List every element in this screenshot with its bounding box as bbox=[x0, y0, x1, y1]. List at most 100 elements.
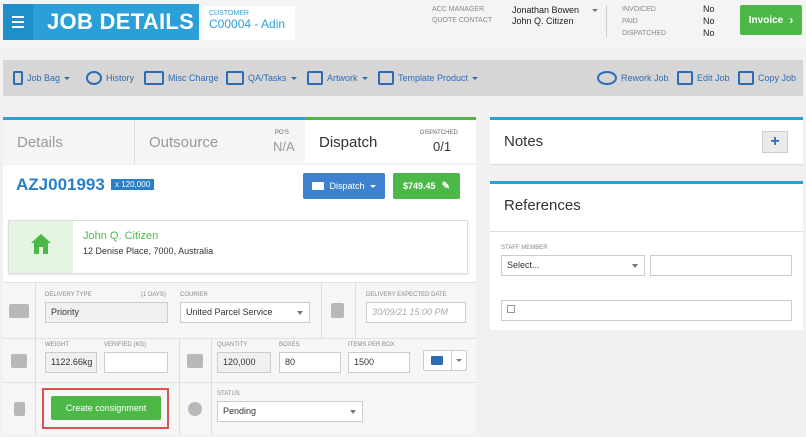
address-name: John Q. Citizen bbox=[83, 230, 159, 242]
references-panel: References STAFF MEMBER Select... bbox=[490, 181, 803, 330]
chevron-down-icon bbox=[472, 76, 479, 80]
qa-tasks-button[interactable]: QA/Tasks bbox=[226, 60, 297, 96]
boxes-label: BOXES bbox=[279, 342, 300, 348]
courier-label: COURIER bbox=[180, 292, 208, 298]
chevron-down-icon bbox=[632, 264, 638, 268]
chevron-right-icon: › bbox=[789, 13, 794, 27]
job-bag-button[interactable]: Job Bag bbox=[13, 60, 71, 96]
print-button[interactable] bbox=[423, 350, 467, 371]
chevron-down-icon[interactable] bbox=[592, 9, 598, 12]
customer-box[interactable]: CUSTOMER C00004 - Adin bbox=[203, 6, 295, 40]
misc-charge-label: Misc Charge bbox=[168, 73, 219, 83]
reference-date-field[interactable] bbox=[501, 300, 792, 321]
house-icon-box bbox=[9, 221, 73, 273]
staff-member-select[interactable]: Select... bbox=[501, 255, 645, 276]
acc-manager-value[interactable]: Jonathan Bowen bbox=[512, 5, 579, 15]
truck-icon bbox=[312, 182, 325, 190]
dispatch-button-label: Dispatch bbox=[329, 181, 365, 191]
items-per-box-label: ITEMS PER BOX bbox=[348, 342, 395, 348]
quantity-field[interactable]: 120,000 bbox=[217, 352, 271, 373]
price-button[interactable]: $749.45 ✎ bbox=[393, 173, 460, 199]
history-button[interactable]: History bbox=[86, 60, 134, 96]
highlight-box bbox=[42, 388, 169, 429]
edit-icon bbox=[677, 71, 693, 85]
artwork-label: Artwork bbox=[327, 73, 358, 83]
delivery-type-field[interactable]: Priority bbox=[45, 302, 168, 323]
job-id: AZJ001993 bbox=[16, 175, 105, 194]
acc-manager-label: ACC MANAGER bbox=[432, 6, 485, 13]
edit-job-button[interactable]: Edit Job bbox=[677, 60, 730, 96]
chevron-down-icon bbox=[64, 76, 71, 80]
courier-value: United Parcel Service bbox=[186, 307, 273, 317]
dispatched-value: No bbox=[703, 28, 715, 38]
money-icon bbox=[144, 71, 164, 85]
dispatched-count-label: DISPATCHED bbox=[420, 130, 458, 136]
tab-bar: Details Outsource PO'S N/A Dispatch DISP… bbox=[3, 117, 476, 165]
quote-contact-value[interactable]: John Q. Citizen bbox=[512, 16, 574, 26]
chevron-down-icon[interactable] bbox=[456, 359, 462, 362]
tab-outsource[interactable]: Outsource bbox=[149, 120, 218, 165]
quote-contact-label: QUOTE CONTACT bbox=[432, 17, 493, 24]
image-icon bbox=[307, 71, 323, 85]
qa-tasks-label: QA/Tasks bbox=[248, 73, 287, 83]
delivery-type-label: DELIVERY TYPE bbox=[45, 292, 92, 298]
boxes-icon bbox=[179, 339, 211, 382]
divider bbox=[134, 120, 135, 165]
tab-details[interactable]: Details bbox=[17, 120, 63, 165]
template-product-label: Template Product bbox=[398, 73, 469, 83]
dispatch-button[interactable]: Dispatch bbox=[303, 173, 385, 199]
verified-field[interactable] bbox=[104, 352, 168, 373]
customer-label: CUSTOMER bbox=[209, 10, 249, 17]
list-icon bbox=[226, 71, 244, 85]
add-note-button[interactable]: + bbox=[762, 131, 788, 153]
menu-icon[interactable] bbox=[3, 4, 33, 40]
reference-textarea[interactable] bbox=[650, 255, 792, 276]
paid-value: No bbox=[703, 16, 715, 26]
bag-icon bbox=[13, 71, 23, 85]
paid-label: PAID bbox=[622, 18, 638, 25]
copy-job-button[interactable]: Copy Job bbox=[738, 60, 796, 96]
staff-member-value: Select... bbox=[507, 260, 540, 270]
tab-dispatch-label: Dispatch bbox=[319, 134, 378, 151]
expected-date-field[interactable]: 30/09/21 15:00 PM bbox=[366, 302, 466, 323]
dispatched-label: DISPATCHED bbox=[622, 30, 667, 37]
courier-select[interactable]: United Parcel Service bbox=[180, 302, 310, 323]
delivery-days-label: (1 DAYS) bbox=[141, 292, 166, 298]
chevron-down-icon bbox=[290, 76, 297, 80]
staff-member-label: STAFF MEMBER bbox=[501, 245, 548, 251]
rework-job-button[interactable]: Rework Job bbox=[597, 60, 669, 96]
pos-label: PO'S bbox=[275, 130, 289, 136]
weight-field[interactable]: 1122.66kg bbox=[45, 352, 97, 373]
document-icon bbox=[3, 383, 35, 434]
invoiced-value: No bbox=[703, 4, 715, 14]
chevron-down-icon bbox=[369, 184, 376, 188]
invoice-button[interactable]: Invoice › bbox=[740, 5, 802, 35]
info-icon bbox=[179, 383, 211, 434]
house-icon bbox=[31, 234, 51, 254]
customer-value[interactable]: C00004 - Adin bbox=[209, 17, 289, 31]
printer-icon bbox=[431, 356, 443, 365]
invoice-button-label: Invoice bbox=[748, 14, 784, 26]
price-button-label: $749.45 bbox=[403, 181, 436, 191]
tab-dispatch[interactable]: Dispatch DISPATCHED 0/1 bbox=[305, 117, 476, 163]
header: JOB DETAILS CUSTOMER C00004 - Adin ACC M… bbox=[0, 0, 806, 48]
artwork-button[interactable]: Artwork bbox=[307, 60, 368, 96]
quantity-label: QUANTITY bbox=[217, 342, 248, 348]
scale-icon bbox=[3, 339, 35, 382]
truck-icon bbox=[3, 283, 35, 338]
misc-charge-button[interactable]: Misc Charge bbox=[144, 60, 219, 96]
verified-label: VERIFIED (KG) bbox=[104, 342, 147, 348]
boxes-field[interactable]: 80 bbox=[279, 352, 341, 373]
status-select[interactable]: Pending bbox=[217, 401, 363, 422]
items-per-box-field[interactable]: 1500 bbox=[348, 352, 410, 373]
divider bbox=[606, 5, 607, 37]
job-bag-label: Job Bag bbox=[27, 73, 61, 83]
dispatched-count-value: 0/1 bbox=[433, 139, 452, 154]
history-icon bbox=[86, 71, 102, 85]
calendar-icon bbox=[507, 305, 515, 313]
rework-job-label: Rework Job bbox=[621, 73, 669, 83]
edit-job-label: Edit Job bbox=[697, 73, 730, 83]
address-card[interactable]: John Q. Citizen 12 Denise Place, 7000, A… bbox=[8, 220, 468, 274]
template-product-button[interactable]: Template Product bbox=[378, 60, 479, 96]
calendar-icon bbox=[321, 283, 353, 338]
